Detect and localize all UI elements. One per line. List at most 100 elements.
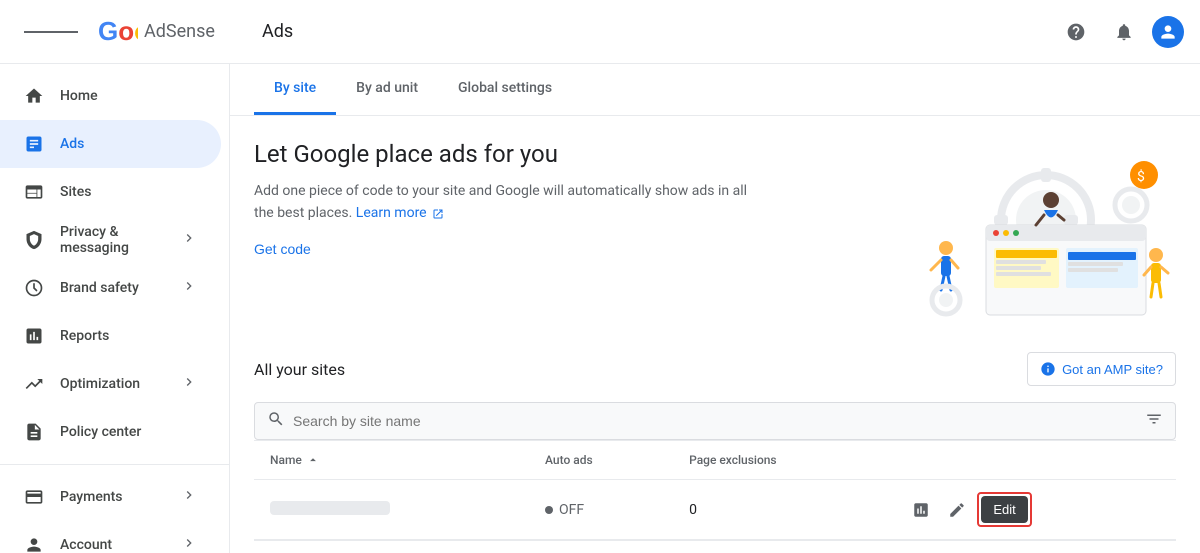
adsense-label: AdSense [144,21,215,42]
sidebar-item-label: Account [60,537,165,553]
sidebar-item-label: Ads [60,136,197,152]
edit-button-container: Edit [977,492,1031,527]
hero-illustration: $ [896,140,1176,320]
pencil-icon [948,501,966,519]
page-title: Ads [246,21,1056,42]
row-actions: Edit [905,492,1160,527]
info-icon [1040,361,1056,377]
search-bar [254,402,1176,440]
cell-name [254,480,529,540]
auto-ads-status: OFF [545,502,657,518]
page-exclusions-value: 0 [689,502,697,518]
sites-title: All your sites [254,360,345,379]
cell-actions: Edit [889,480,1176,540]
payments-icon [24,487,44,507]
sites-table: Name Auto ads Page exclusions [254,440,1176,540]
help-icon [1066,22,1086,42]
topbar: Google AdSense Ads [0,0,1200,64]
chevron-right-icon [181,278,197,298]
sidebar-item-reports[interactable]: Reports [0,312,221,360]
blurred-site-name [270,501,390,515]
avatar[interactable] [1152,16,1184,48]
hero-text: Let Google place ads for you Add one pie… [254,140,754,258]
content-area: By site By ad unit Global settings Let G… [230,64,1200,553]
main-layout: Home Ads Sites Privacy [0,64,1200,553]
topbar-left: Google AdSense [16,18,246,45]
sidebar-item-home[interactable]: Home [0,72,221,120]
avatar-icon [1158,22,1178,42]
sidebar-item-privacy-messaging[interactable]: Privacy & messaging [0,216,221,264]
cell-auto-ads: OFF [529,480,673,540]
reports-icon [24,326,44,346]
logo-area: Google AdSense [98,18,215,45]
th-actions [889,441,1176,480]
sidebar-item-label: Policy center [60,424,197,440]
optimization-icon [24,374,44,394]
hero-title: Let Google place ads for you [254,140,754,168]
sites-icon [24,182,44,202]
google-logo-icon: Google [98,18,138,45]
chevron-right-icon [181,535,197,553]
get-code-button[interactable]: Get code [254,241,311,257]
table-row: OFF 0 [254,480,1176,540]
th-auto-ads: Auto ads [529,441,673,480]
search-input[interactable] [293,403,1145,439]
sidebar-item-optimization[interactable]: Optimization [0,360,221,408]
tabs-bar: By site By ad unit Global settings [230,64,1200,116]
brand-safety-icon [24,278,44,298]
th-name: Name [254,441,529,480]
search-icon [267,410,285,432]
external-link-icon [432,208,444,220]
policy-icon [24,422,44,442]
status-dot [545,506,553,514]
notifications-button[interactable] [1104,12,1144,52]
help-button[interactable] [1056,12,1096,52]
cell-page-exclusions: 0 [673,480,889,540]
topbar-icons [1056,12,1184,52]
sidebar-item-label: Sites [60,184,197,200]
sidebar-item-label: Home [60,88,197,104]
svg-text:$: $ [1137,168,1145,185]
menu-button[interactable] [16,20,86,44]
sort-icon[interactable] [306,453,320,467]
bell-icon [1114,22,1134,42]
content-body: Let Google place ads for you Add one pie… [230,116,1200,553]
sidebar-item-label: Payments [60,489,165,505]
sidebar-item-ads[interactable]: Ads [0,120,221,168]
sidebar-item-label: Reports [60,328,197,344]
sidebar-item-label: Brand safety [60,280,165,296]
tab-by-ad-unit[interactable]: By ad unit [336,64,438,115]
hero-desc-text: Add one piece of code to your site and G… [254,183,747,221]
th-page-exclusions: Page exclusions [673,441,889,480]
table-footer: Show rows: 10 25 50 1 - 1 of 1 [254,540,1176,553]
sidebar-item-label: Optimization [60,376,165,392]
chevron-right-icon [181,374,197,394]
amp-button[interactable]: Got an AMP site? [1027,352,1176,386]
auto-ads-label: OFF [559,502,584,518]
sidebar-item-policy-center[interactable]: Policy center [0,408,221,456]
sidebar-divider [0,464,229,465]
edit-pencil-button[interactable] [941,494,973,526]
sidebar-item-brand-safety[interactable]: Brand safety [0,264,221,312]
filter-icon[interactable] [1145,410,1163,432]
chart-icon [912,501,930,519]
sites-section-header: All your sites Got an AMP site? [254,352,1176,386]
sidebar-item-label: Privacy & messaging [60,224,165,256]
sidebar-item-payments[interactable]: Payments [0,473,221,521]
hero-section: Let Google place ads for you Add one pie… [254,140,1176,320]
sidebar-item-account[interactable]: Account [0,521,221,553]
privacy-icon [24,230,44,250]
chevron-right-icon [181,230,197,250]
ads-icon [24,134,44,154]
sidebar-item-sites[interactable]: Sites [0,168,221,216]
ads-illustration-icon: $ [896,140,1176,320]
learn-more-link[interactable]: Learn more [356,205,427,221]
chart-button[interactable] [905,494,937,526]
sidebar: Home Ads Sites Privacy [0,64,230,553]
table-header-row: Name Auto ads Page exclusions [254,441,1176,480]
edit-button[interactable]: Edit [981,496,1027,523]
amp-button-label: Got an AMP site? [1062,362,1163,377]
account-icon [24,535,44,553]
tab-by-site[interactable]: By site [254,64,336,115]
tab-global-settings[interactable]: Global settings [438,64,572,115]
